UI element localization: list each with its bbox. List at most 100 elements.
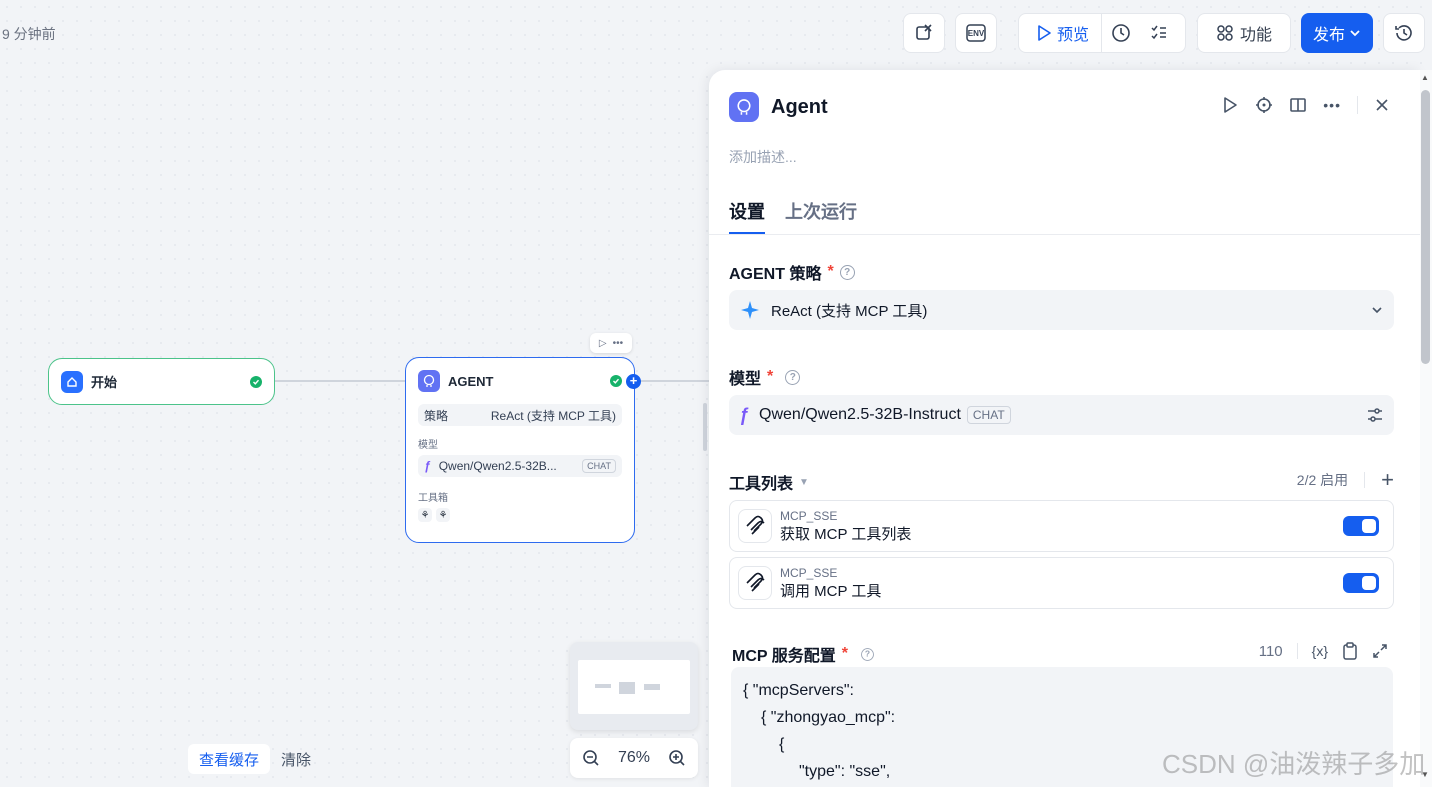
model-value: Qwen/Qwen2.5-32B... bbox=[438, 459, 557, 473]
publish-button[interactable]: 发布 bbox=[1301, 13, 1373, 53]
add-next-node-button[interactable]: + bbox=[626, 374, 641, 389]
tool-item[interactable]: MCP_SSE 调用 MCP 工具 bbox=[729, 557, 1394, 609]
toolbox-icons: ⚘ ⚘ bbox=[418, 508, 622, 522]
panel-actions: ••• bbox=[1221, 96, 1390, 114]
strategy-select[interactable]: ReAct (支持 MCP 工具) bbox=[729, 290, 1394, 330]
model-select[interactable]: ƒ Qwen/Qwen2.5-32B-Instruct CHAT bbox=[729, 395, 1394, 435]
tab-last-run[interactable]: 上次运行 bbox=[785, 198, 857, 234]
checklist-close-button[interactable] bbox=[903, 13, 945, 53]
model-label: 模型 bbox=[418, 440, 438, 451]
watermark: CSDN @油泼辣子多加 bbox=[1162, 749, 1426, 779]
sparkle-icon bbox=[741, 301, 759, 319]
settings-sliders-icon[interactable] bbox=[1366, 406, 1384, 424]
success-check-icon bbox=[610, 375, 622, 387]
panel-title: Agent bbox=[771, 95, 828, 118]
more-icon[interactable]: ••• bbox=[613, 338, 624, 349]
view-cache-button[interactable]: 查看缓存 bbox=[188, 744, 270, 774]
model-section-label: 模型 * ? bbox=[729, 365, 801, 389]
expand-icon[interactable] bbox=[1372, 643, 1388, 659]
model-value: Qwen/Qwen2.5-32B-Instruct bbox=[759, 406, 961, 423]
tools-actions: 2/2 启用 + bbox=[1297, 469, 1394, 491]
mcp-tool-icon: ⚘ bbox=[436, 508, 450, 522]
tool-item[interactable]: MCP_SSE 获取 MCP 工具列表 bbox=[729, 500, 1394, 552]
chevron-down-icon bbox=[1372, 307, 1382, 314]
preview-button[interactable]: 预览 bbox=[1019, 14, 1103, 52]
model-logo-icon: ƒ bbox=[424, 459, 431, 473]
start-node[interactable]: 开始 bbox=[48, 358, 275, 405]
agent-icon bbox=[729, 92, 759, 122]
help-icon[interactable]: ? bbox=[839, 264, 855, 280]
model-label: 模型 bbox=[729, 371, 762, 388]
caret-down-icon[interactable]: ▼ bbox=[799, 477, 809, 488]
agent-strategy-row: 策略 ReAct (支持 MCP 工具) bbox=[418, 404, 622, 426]
success-check-icon bbox=[250, 375, 262, 388]
strategy-value: ReAct (支持 MCP 工具) bbox=[771, 302, 928, 320]
preview-group: 预览 bbox=[1018, 13, 1186, 53]
agent-node[interactable]: AGENT 策略 ReAct (支持 MCP 工具) 模型 ƒ Qwen/Qwe… bbox=[405, 357, 635, 543]
env-button[interactable]: ENV bbox=[955, 13, 997, 53]
mcp-config-section-label: MCP 服务配置 * ? bbox=[732, 642, 875, 666]
required-mark: * bbox=[841, 645, 848, 662]
clear-button[interactable]: 清除 bbox=[272, 744, 320, 774]
clock-play-icon bbox=[1112, 24, 1130, 42]
char-count: 110 bbox=[1258, 642, 1283, 660]
mcp-tool-icon: ⚘ bbox=[418, 508, 432, 522]
zoom-level[interactable]: 76% bbox=[618, 749, 650, 767]
env-label: ENV bbox=[967, 28, 985, 38]
zoom-control: 76% bbox=[570, 738, 698, 778]
tool-name: 调用 MCP 工具 bbox=[780, 582, 882, 600]
description-input[interactable]: 添加描述... bbox=[729, 147, 797, 167]
more-icon[interactable]: ••• bbox=[1323, 97, 1341, 113]
copy-icon[interactable] bbox=[1342, 642, 1358, 660]
zoom-out-icon[interactable] bbox=[582, 749, 600, 767]
edge-agent-out bbox=[640, 380, 710, 382]
edge-start-agent bbox=[275, 380, 405, 382]
run-node-icon[interactable]: ▷ bbox=[599, 338, 607, 349]
tool-enable-toggle[interactable] bbox=[1343, 573, 1379, 593]
locate-icon[interactable] bbox=[1255, 96, 1273, 114]
panel-resize-handle[interactable] bbox=[703, 403, 707, 451]
add-tool-icon[interactable]: + bbox=[1381, 469, 1394, 491]
panel-scroll-thumb[interactable] bbox=[1421, 90, 1430, 364]
minimap-node bbox=[644, 684, 660, 690]
chevron-down-icon bbox=[1350, 30, 1360, 37]
tools-label: 工具列表 bbox=[729, 476, 794, 493]
features-button[interactable]: 功能 bbox=[1197, 13, 1291, 53]
help-icon[interactable]: ? bbox=[861, 647, 874, 661]
apps-icon bbox=[1217, 25, 1233, 41]
tabs-divider bbox=[709, 234, 1420, 235]
mcp-config-actions: 110 {x} bbox=[1259, 642, 1388, 660]
close-icon[interactable] bbox=[1374, 97, 1390, 113]
mcp-logo-icon bbox=[738, 509, 772, 543]
scroll-up-icon[interactable]: ▲ bbox=[1421, 73, 1429, 82]
saved-time: 9 分钟前 bbox=[2, 26, 56, 42]
node-settings-panel: Agent ••• 添加描述... 设置 上次运行 AGENT 策略 * ? R… bbox=[709, 70, 1420, 787]
chat-badge: CHAT bbox=[966, 406, 1011, 424]
preview-label: 预览 bbox=[1057, 27, 1090, 44]
book-icon[interactable] bbox=[1289, 96, 1307, 114]
required-mark: * bbox=[827, 263, 834, 280]
checklist-button[interactable] bbox=[1140, 14, 1178, 52]
run-icon[interactable] bbox=[1221, 96, 1239, 114]
tools-section-label: 工具列表 ▼ bbox=[729, 470, 809, 494]
history-icon bbox=[1395, 25, 1412, 41]
mcp-config-label: MCP 服务配置 bbox=[732, 648, 836, 665]
zoom-in-icon[interactable] bbox=[668, 749, 686, 767]
minimap[interactable] bbox=[570, 642, 698, 730]
insert-variable-icon[interactable]: {x} bbox=[1312, 643, 1328, 659]
tool-enable-toggle[interactable] bbox=[1343, 516, 1379, 536]
chat-badge: CHAT bbox=[582, 459, 616, 473]
divider bbox=[1357, 96, 1358, 114]
home-icon bbox=[61, 370, 83, 393]
strategy-value: ReAct (支持 MCP 工具) bbox=[490, 408, 616, 423]
agent-model-row: ƒ Qwen/Qwen2.5-32B... CHAT bbox=[418, 455, 622, 477]
toolbox-label: 工具箱 bbox=[418, 493, 448, 504]
list-check-icon bbox=[1151, 25, 1167, 40]
tab-settings[interactable]: 设置 bbox=[729, 198, 765, 234]
play-icon bbox=[1038, 25, 1051, 41]
publish-label: 发布 bbox=[1312, 27, 1345, 44]
model-logo-icon: ƒ bbox=[739, 404, 750, 425]
run-history-button[interactable] bbox=[1102, 14, 1140, 52]
help-icon[interactable]: ? bbox=[785, 369, 801, 385]
version-history-button[interactable] bbox=[1383, 13, 1425, 53]
